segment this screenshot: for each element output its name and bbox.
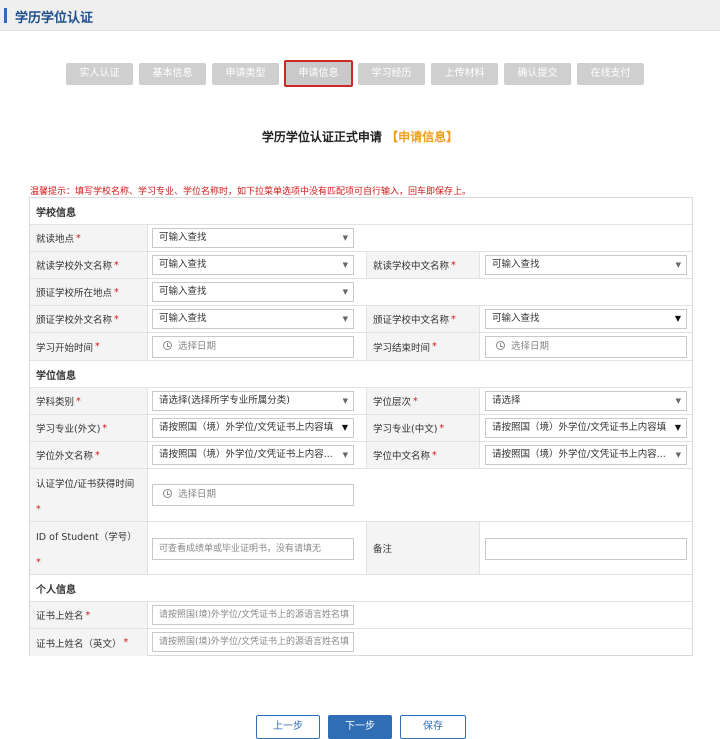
chevron-down-icon: ▼ [674,314,681,323]
chevron-down-icon: ▼ [342,234,348,242]
field-label: 学习开始时间 * [30,333,148,360]
field-label: 学习结束时间 * [366,333,480,360]
field-label: 备注 [366,522,480,574]
form-row: 就读地点 * 可输入查找 ▼ [30,225,692,252]
chevron-down-icon: ▼ [675,397,681,405]
student-id-input[interactable]: 可查看成绩单或毕业证明书，没有请填无 [152,538,354,560]
form-row: 颁证学校所在地点 * 可输入查找 ▼ [30,279,692,306]
cert-name-en-input[interactable]: 请按照国(境)外学位/文凭证书上的源语言姓名填 [152,632,354,652]
form-row: 学位外文名称 * 请按照国（境）外学位/文凭证书上内容... ▼ 学位中文名称 * 请… [30,442,692,469]
field-label: 学位层次 * [366,388,480,414]
degree-cn-name-select[interactable]: 请按照国（境）外学位/文凭证书上内容... ▼ [485,445,687,465]
form-title: 学历学位认证正式申请 【申请信息】 [0,128,720,145]
form-row: 学习开始时间 * 选择日期 学习结束时间 * 选择日期 [30,333,692,361]
section-degree-info: 学位信息 [30,361,692,388]
field-label: 颁证学校所在地点 * [30,279,148,305]
next-step-button[interactable]: 下一步 [328,715,392,739]
issuer-location-select[interactable]: 可输入查找 ▼ [152,282,354,302]
chevron-down-icon: ▼ [674,423,681,432]
field-label: 就读学校中文名称 * [366,252,480,278]
issuer-cn-name-select[interactable]: 可输入查找 ▼ [485,309,687,329]
form-row: 认证学位/证书获得时间 * 选择日期 [30,469,692,522]
form-row: 证书上姓名 * 请按照国(境)外学位/文凭证书上的源语言姓名填 [30,602,692,629]
clock-icon [163,341,172,350]
chevron-down-icon: ▼ [342,397,348,405]
subject-category-select[interactable]: 请选择(选择所学专业所属分类) ▼ [152,391,354,411]
step-study-history[interactable]: 学习经历 [358,63,425,85]
application-form: 学校信息 就读地点 * 可输入查找 ▼ 就读学校外文名称 * 可输入查找 ▼ 就读学校中… [29,197,693,656]
prev-step-button[interactable]: 上一步 [256,715,320,739]
field-label: 颁证学校中文名称 * [366,306,480,332]
field-label: 认证学位/证书获得时间 * [30,469,148,521]
header-accent-bar [4,8,7,23]
chevron-down-icon: ▼ [341,423,348,432]
warm-tip: 温馨提示：填写学校名称、学习专业、学位名称时，如下拉菜单选项中没有匹配项可自行输… [30,187,472,197]
section-personal-info: 个人信息 [30,575,692,602]
section-school-info: 学校信息 [30,198,692,225]
form-title-highlight: 【申请信息】 [386,130,459,144]
field-label: 证书上姓名（英文） * [30,629,148,656]
school-cn-name-select[interactable]: 可输入查找 ▼ [485,255,687,275]
study-location-select[interactable]: 可输入查找 ▼ [152,228,354,248]
chevron-down-icon: ▼ [342,451,348,459]
form-row: ID of Student（学号） * 可查看成绩单或毕业证明书，没有请填无 备注 [30,522,692,575]
form-row: 证书上姓名（英文） * 请按照国(境)外学位/文凭证书上的源语言姓名填 [30,629,692,656]
degree-level-select[interactable]: 请选择 ▼ [485,391,687,411]
save-button[interactable]: 保存 [400,715,466,739]
chevron-down-icon: ▼ [675,261,681,269]
step-online-payment[interactable]: 在线支付 [577,63,644,85]
cert-surname-input[interactable]: 请按照国(境)外学位/文凭证书上的源语言姓名填 [152,605,354,625]
form-row: 学习专业(外文) * 请按照国（境）外学位/文凭证书上内容填 ▼ 学习专业(中文) *… [30,415,692,442]
field-label: 学位外文名称 * [30,442,148,468]
clock-icon [496,341,505,350]
study-end-date-picker[interactable]: 选择日期 [485,336,687,358]
chevron-down-icon: ▼ [675,451,681,459]
field-label: 就读学校外文名称 * [30,252,148,278]
chevron-down-icon: ▼ [342,288,348,296]
field-label: ID of Student（学号） * [30,522,148,574]
step-application-type[interactable]: 申请类型 [212,63,279,85]
degree-obtained-date-picker[interactable]: 选择日期 [152,484,354,506]
step-application-info[interactable]: 申请信息 [284,60,353,87]
major-cn-select[interactable]: 请按照国（境）外学位/文凭证书上内容填 ▼ [485,418,687,438]
form-row: 颁证学校外文名称 * 可输入查找 ▼ 颁证学校中文名称 * 可输入查找 ▼ [30,306,692,333]
remarks-input[interactable] [485,538,687,560]
form-row: 学科类别 * 请选择(选择所学专业所属分类) ▼ 学位层次 * 请选择 ▼ [30,388,692,415]
page-header: 学历学位认证 [0,0,720,31]
field-label: 学位中文名称 * [366,442,480,468]
chevron-down-icon: ▼ [342,315,348,323]
issuer-foreign-name-select[interactable]: 可输入查找 ▼ [152,309,354,329]
clock-icon [163,489,172,498]
step-upload-materials[interactable]: 上传材料 [431,63,498,85]
step-real-name-auth[interactable]: 实人认证 [66,63,133,85]
step-basic-info[interactable]: 基本信息 [139,63,206,85]
field-label: 学科类别 * [30,388,148,414]
school-foreign-name-select[interactable]: 可输入查找 ▼ [152,255,354,275]
degree-foreign-name-select[interactable]: 请按照国（境）外学位/文凭证书上内容... ▼ [152,445,354,465]
major-foreign-select[interactable]: 请按照国（境）外学位/文凭证书上内容填 ▼ [152,418,354,438]
page-title: 学历学位认证 [15,11,94,26]
chevron-down-icon: ▼ [342,261,348,269]
form-title-main: 学历学位认证正式申请 [261,130,382,144]
study-start-date-picker[interactable]: 选择日期 [152,336,354,358]
field-label: 证书上姓名 * [30,602,148,628]
field-label: 学习专业(外文) * [30,415,148,441]
step-confirm-submit[interactable]: 确认提交 [504,63,571,85]
field-label: 颁证学校外文名称 * [30,306,148,332]
field-label: 学习专业(中文) * [366,415,480,441]
field-label: 就读地点 * [30,225,148,251]
form-row: 就读学校外文名称 * 可输入查找 ▼ 就读学校中文名称 * 可输入查找 ▼ [30,252,692,279]
